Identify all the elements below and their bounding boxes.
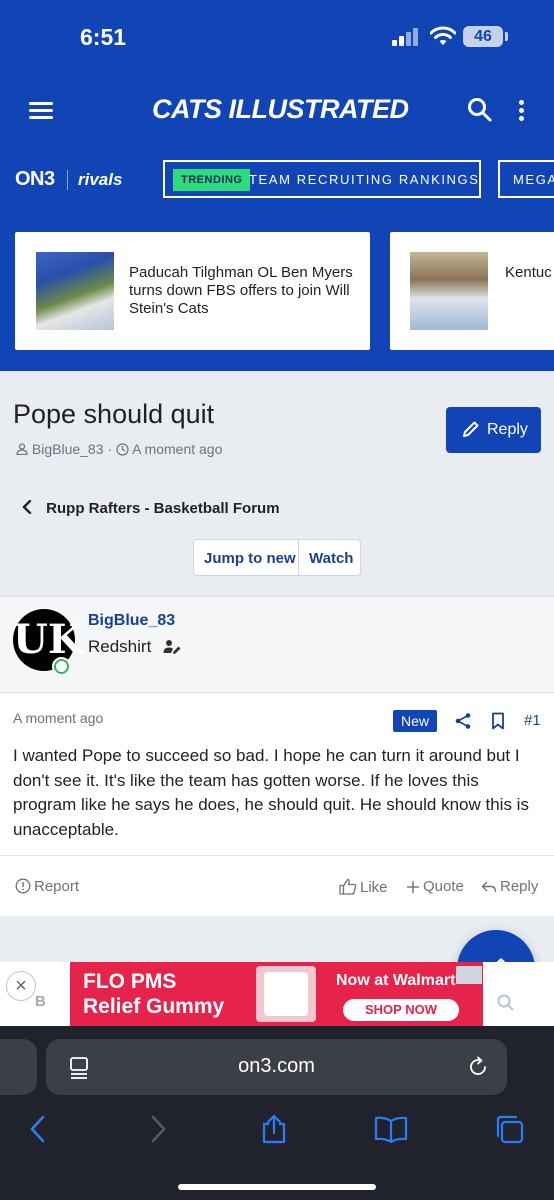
ad-side-letter: B bbox=[35, 993, 46, 1010]
quote-label: Quote bbox=[423, 878, 464, 895]
mega-link[interactable]: MEGA bbox=[498, 160, 554, 198]
on3-logo[interactable]: ON3 bbox=[15, 168, 55, 191]
advertisement[interactable]: FLO PMS Relief Gummy Now at Walmart SHOP… bbox=[70, 962, 483, 1026]
watch-button[interactable]: Watch bbox=[309, 550, 353, 567]
report-button[interactable]: Report bbox=[15, 878, 79, 895]
ad-line2: Relief Gummy bbox=[83, 995, 225, 1018]
breadcrumb-label: Rupp Rafters - Basketball Forum bbox=[46, 500, 280, 517]
logo-divider bbox=[67, 170, 68, 190]
thumbs-up-icon bbox=[339, 878, 357, 895]
reply-post-label: Reply bbox=[500, 878, 539, 895]
meta-separator: · bbox=[107, 441, 116, 457]
network-nav: ON3 rivals TRENDING TEAM RECRUITING RANK… bbox=[0, 158, 554, 200]
ad-close-icon[interactable]: × bbox=[6, 971, 36, 1001]
user-rank: Redshirt bbox=[88, 637, 152, 656]
headline-thumbnail bbox=[36, 252, 114, 330]
pencil-icon bbox=[463, 421, 479, 437]
headline-title: Kentuc commit Kenny I bbox=[505, 264, 554, 281]
site-header: 6:51 46 CATS ILLUSTRATED ON3 rivals TREN… bbox=[0, 0, 554, 371]
user-edit-icon bbox=[163, 640, 181, 654]
share-icon[interactable] bbox=[454, 712, 472, 730]
bookmark-icon[interactable] bbox=[491, 712, 505, 730]
button-divider bbox=[298, 540, 299, 575]
status-bar: 6:51 46 bbox=[0, 0, 554, 78]
site-logo[interactable]: CATS ILLUSTRATED bbox=[152, 94, 409, 125]
url-text: on3.com bbox=[238, 1055, 315, 1077]
quote-button[interactable]: Quote bbox=[406, 878, 464, 895]
battery-nub bbox=[505, 32, 508, 41]
thread-meta: BigBlue_83 · A moment ago bbox=[16, 441, 222, 457]
reply-post-button[interactable]: Reply bbox=[481, 878, 538, 895]
top-bar: CATS ILLUSTRATED bbox=[0, 86, 554, 136]
chevron-left-icon bbox=[22, 500, 32, 514]
wifi-icon bbox=[430, 26, 456, 45]
address-bar[interactable]: on3.com bbox=[46, 1039, 507, 1095]
user-icon bbox=[16, 443, 28, 456]
thread-actions: Jump to new Watch bbox=[193, 539, 361, 576]
reply-label: Reply bbox=[487, 421, 528, 438]
ad-shop-button[interactable]: SHOP NOW bbox=[343, 999, 459, 1021]
trending-tag: TRENDING bbox=[173, 169, 251, 191]
new-badge: New bbox=[393, 710, 437, 732]
more-options-icon[interactable] bbox=[516, 98, 526, 124]
post-author-block: UK BigBlue_83 Redshirt bbox=[0, 597, 554, 693]
headline-card[interactable]: Paducah Tilghman OL Ben Myers turns down… bbox=[15, 232, 370, 350]
headline-card[interactable]: Kentuc commit Kenny I bbox=[390, 232, 554, 350]
thread-title: Pope should quit bbox=[13, 399, 215, 429]
post-number[interactable]: #1 bbox=[524, 712, 541, 729]
report-label: Report bbox=[34, 878, 80, 895]
trending-text: TEAM RECRUITING RANKINGS bbox=[249, 172, 480, 187]
post: UK BigBlue_83 Redshirt A moment ago New … bbox=[0, 596, 554, 916]
reply-button[interactable]: Reply bbox=[446, 407, 541, 453]
post-divider bbox=[0, 855, 554, 856]
battery-indicator: 46 bbox=[463, 26, 503, 47]
breadcrumb[interactable]: Rupp Rafters - Basketball Forum bbox=[22, 500, 280, 517]
headline-thumbnail bbox=[410, 252, 488, 330]
previous-tab-preview[interactable] bbox=[0, 1039, 37, 1095]
post-body: I wanted Pope to succeed so bad. I hope … bbox=[13, 746, 529, 839]
jump-to-new-button[interactable]: Jump to new bbox=[204, 550, 296, 567]
ad-walmart-text: Now at Walmart bbox=[336, 972, 456, 989]
alert-circle-icon bbox=[15, 878, 31, 894]
thread-author[interactable]: BigBlue_83 bbox=[32, 441, 104, 457]
like-label: Like bbox=[360, 879, 388, 896]
online-status-icon bbox=[52, 657, 71, 676]
plus-icon bbox=[407, 881, 419, 893]
rivals-logo[interactable]: rivals bbox=[78, 170, 122, 190]
reload-icon[interactable] bbox=[467, 1056, 489, 1078]
ad-line1: FLO PMS bbox=[83, 970, 177, 993]
post-time[interactable]: A moment ago bbox=[13, 710, 103, 726]
browser-toolbar: on3.com bbox=[0, 1026, 554, 1200]
clock-icon bbox=[116, 443, 129, 456]
share-icon[interactable] bbox=[260, 1114, 288, 1144]
headline-title: Paducah Tilghman OL Ben Myers turns down… bbox=[129, 264, 353, 317]
mega-text: MEGA bbox=[513, 172, 554, 187]
back-icon[interactable] bbox=[28, 1114, 48, 1144]
forward-icon[interactable] bbox=[148, 1114, 168, 1144]
reply-arrow-icon bbox=[481, 881, 497, 893]
tabs-icon[interactable] bbox=[494, 1114, 526, 1144]
menu-icon[interactable] bbox=[29, 102, 53, 120]
trending-link[interactable]: TRENDING TEAM RECRUITING RANKINGS bbox=[163, 160, 481, 198]
home-indicator bbox=[178, 1184, 376, 1190]
status-time: 6:51 bbox=[80, 24, 127, 50]
like-button[interactable]: Like bbox=[339, 878, 388, 896]
post-username[interactable]: BigBlue_83 bbox=[88, 612, 175, 630]
thread-time: A moment ago bbox=[132, 441, 223, 457]
ad-search-icon bbox=[497, 994, 514, 1011]
ad-product-image bbox=[256, 966, 316, 1022]
cellular-signal-icon bbox=[392, 28, 422, 46]
search-icon[interactable] bbox=[467, 97, 493, 123]
bookmarks-icon[interactable] bbox=[374, 1114, 408, 1144]
ad-choices-icon[interactable] bbox=[456, 966, 482, 984]
